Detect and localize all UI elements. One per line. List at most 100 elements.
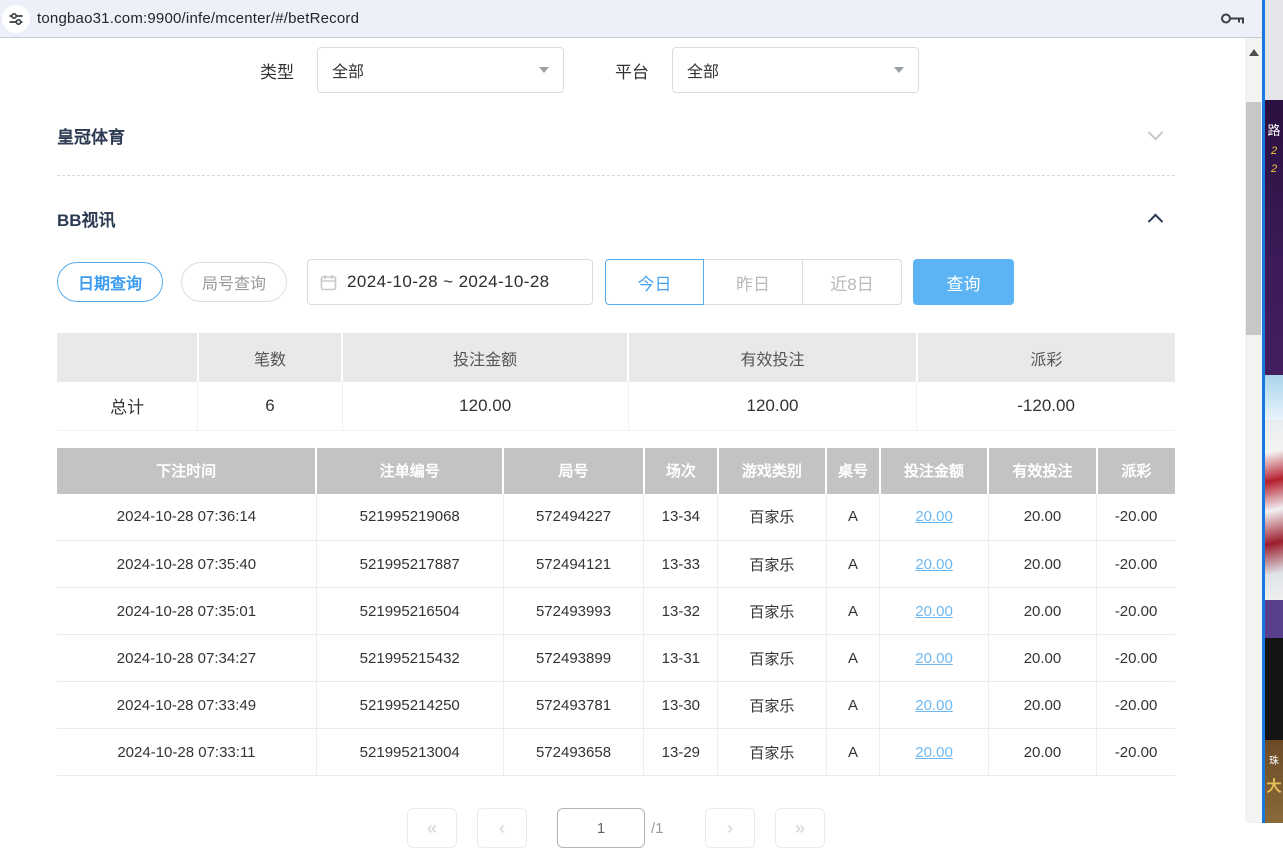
cell-table-number: A	[826, 541, 880, 588]
bet-record-page: 类型 全部 平台 全部 皇冠体育 BB视讯 日期查询 局号查询 2024-1	[0, 38, 1245, 823]
type-select-value: 全部	[332, 58, 364, 82]
cell-bet-time: 2024-10-28 07:36:14	[57, 494, 316, 541]
platform-select[interactable]: 全部	[672, 47, 919, 93]
cell-bet-amount: 20.00	[880, 682, 988, 729]
arrow-up-icon[interactable]	[1249, 49, 1259, 56]
summary-table: 笔数 投注金额 有效投注 派彩 总计 6 120.00 120.00 -120.…	[57, 333, 1175, 431]
address-url[interactable]: tongbao31.com:9900/infe/mcenter/#/betRec…	[37, 10, 359, 27]
filter-row: 类型 全部 平台 全部	[57, 47, 1175, 93]
cell-round-number: 572493658	[503, 729, 644, 776]
section-crown-sports[interactable]: 皇冠体育	[57, 123, 1175, 148]
strip-char-bottom: 大	[1265, 775, 1283, 796]
quick-range-group: 今日 昨日 近8日	[605, 259, 902, 305]
calendar-icon	[320, 274, 337, 291]
prev-page-button[interactable]: ‹	[477, 808, 527, 848]
table-row: 2024-10-28 07:33:49 521995214250 5724937…	[57, 682, 1175, 729]
cell-payout: -20.00	[1097, 541, 1175, 588]
caret-down-icon	[539, 67, 549, 73]
cell-bet-time: 2024-10-28 07:34:27	[57, 635, 316, 682]
chevron-down-icon[interactable]	[1148, 125, 1164, 141]
chevron-up-icon[interactable]	[1148, 214, 1164, 230]
cell-valid-bet: 20.00	[988, 682, 1096, 729]
summary-total-payout: -120.00	[917, 382, 1175, 430]
password-key-button[interactable]	[1220, 10, 1246, 32]
summary-header-count: 笔数	[198, 333, 342, 382]
strip-char-mid: 珠	[1265, 752, 1283, 767]
last-8-days-button[interactable]: 近8日	[803, 259, 902, 305]
table-row: 2024-10-28 07:35:40 521995217887 5724941…	[57, 541, 1175, 588]
cell-order-number: 521995217887	[316, 541, 503, 588]
cell-session: 13-31	[644, 635, 718, 682]
col-header-bet-amount: 投注金额	[880, 448, 988, 494]
search-button[interactable]: 查询	[913, 259, 1014, 305]
cell-bet-time: 2024-10-28 07:35:40	[57, 541, 316, 588]
col-header-payout: 派彩	[1097, 448, 1175, 494]
date-range-value: 2024-10-28 ~ 2024-10-28	[347, 272, 550, 292]
bet-amount-link[interactable]: 20.00	[915, 650, 953, 667]
summary-header-payout: 派彩	[917, 333, 1175, 382]
cell-round-number: 572493781	[503, 682, 644, 729]
strip-char-y2: 2	[1265, 163, 1283, 175]
first-page-button[interactable]: «	[407, 808, 457, 848]
cell-bet-time: 2024-10-28 07:33:11	[57, 729, 316, 776]
col-header-valid-bet: 有效投注	[988, 448, 1096, 494]
strip-black-segment	[1265, 638, 1283, 740]
date-range-picker[interactable]: 2024-10-28 ~ 2024-10-28	[307, 259, 593, 305]
cell-game-type: 百家乐	[718, 541, 826, 588]
bet-amount-link[interactable]: 20.00	[915, 603, 953, 620]
strip-gold-segment: 珠 大	[1265, 740, 1283, 823]
cell-order-number: 521995215432	[316, 635, 503, 682]
page-number-input[interactable]	[557, 808, 645, 848]
bet-amount-link[interactable]: 20.00	[915, 508, 953, 525]
bet-amount-link[interactable]: 20.00	[915, 697, 953, 714]
last-page-button[interactable]: »	[775, 808, 825, 848]
cell-game-type: 百家乐	[718, 729, 826, 776]
yesterday-button[interactable]: 昨日	[704, 259, 803, 305]
summary-total-label: 总计	[57, 382, 198, 430]
scrollbar-thumb[interactable]	[1246, 102, 1261, 335]
col-header-game-type: 游戏类别	[718, 448, 826, 494]
cell-game-type: 百家乐	[718, 682, 826, 729]
table-row: 2024-10-28 07:35:01 521995216504 5724939…	[57, 588, 1175, 635]
cell-bet-time: 2024-10-28 07:33:49	[57, 682, 316, 729]
today-button[interactable]: 今日	[605, 259, 704, 305]
next-page-button[interactable]: ›	[705, 808, 755, 848]
background-page-strip: 路 2 2 珠 大	[1265, 0, 1283, 823]
col-header-order-number: 注单编号	[316, 448, 503, 494]
type-select[interactable]: 全部	[317, 47, 564, 93]
col-header-round-number: 局号	[503, 448, 644, 494]
bet-amount-link[interactable]: 20.00	[915, 744, 953, 761]
cell-bet-amount: 20.00	[880, 541, 988, 588]
cell-bet-time: 2024-10-28 07:35:01	[57, 588, 316, 635]
cell-game-type: 百家乐	[718, 588, 826, 635]
vertical-scrollbar[interactable]	[1245, 38, 1262, 823]
cell-bet-amount: 20.00	[880, 588, 988, 635]
strip-purple-banner: 路 2 2	[1265, 100, 1283, 375]
tune-icon	[8, 11, 24, 27]
cell-table-number: A	[826, 635, 880, 682]
bet-amount-link[interactable]: 20.00	[915, 556, 953, 573]
cell-bet-amount: 20.00	[880, 729, 988, 776]
round-query-tab[interactable]: 局号查询	[181, 262, 287, 302]
cell-game-type: 百家乐	[718, 494, 826, 541]
cell-table-number: A	[826, 682, 880, 729]
query-toolbar: 日期查询 局号查询 2024-10-28 ~ 2024-10-28 今日 昨日 …	[57, 259, 1175, 305]
col-header-table-number: 桌号	[826, 448, 880, 494]
caret-down-icon	[894, 67, 904, 73]
section-bb-video[interactable]: BB视讯	[57, 206, 1175, 231]
date-query-tab[interactable]: 日期查询	[57, 262, 163, 302]
bet-table-header-row: 下注时间 注单编号 局号 场次 游戏类别 桌号 投注金额 有效投注 派彩	[57, 448, 1175, 494]
cell-table-number: A	[826, 729, 880, 776]
pagination: « ‹ /1 › »	[57, 808, 1175, 848]
table-row: 2024-10-28 07:34:27 521995215432 5724938…	[57, 635, 1175, 682]
strip-purple-segment	[1265, 600, 1283, 638]
platform-filter-label: 平台	[615, 58, 649, 83]
site-settings-chip[interactable]	[2, 5, 30, 33]
summary-total-bet-amount: 120.00	[342, 382, 628, 430]
strip-char-y1: 2	[1265, 145, 1283, 157]
cell-order-number: 521995213004	[316, 729, 503, 776]
table-row: 2024-10-28 07:33:11 521995213004 5724936…	[57, 729, 1175, 776]
summary-total-count: 6	[198, 382, 342, 430]
strip-red-white-segment	[1265, 420, 1283, 600]
col-header-bet-time: 下注时间	[57, 448, 316, 494]
